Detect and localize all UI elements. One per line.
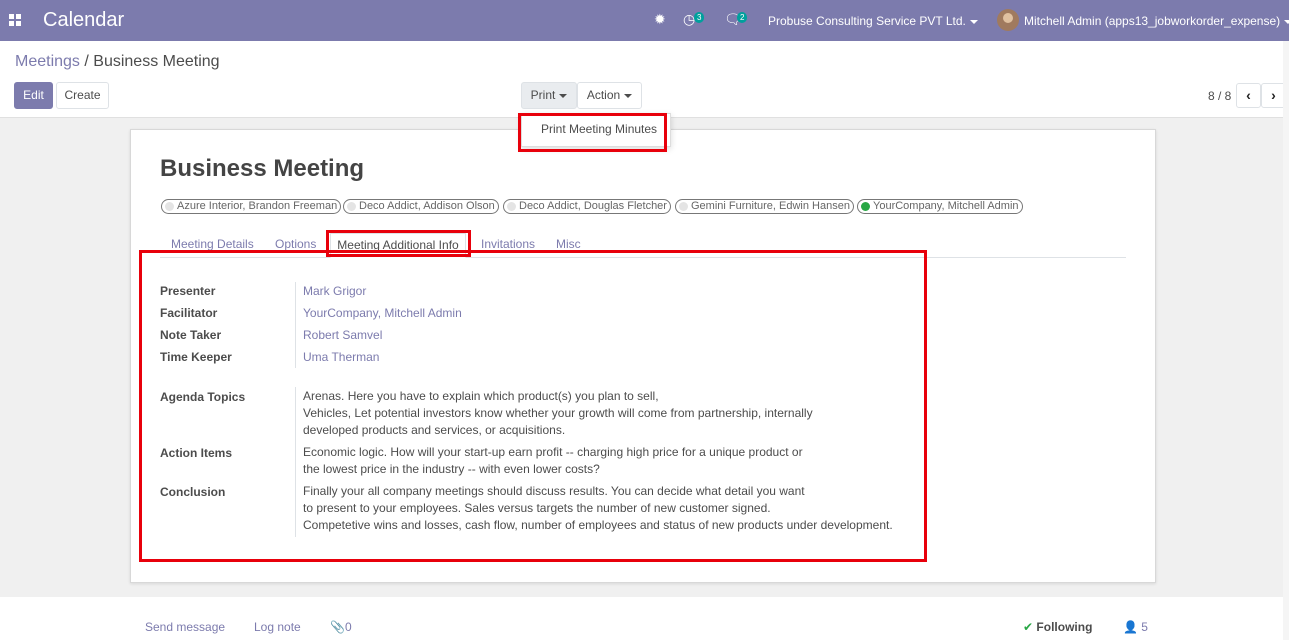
edit-button[interactable]: Edit bbox=[14, 82, 53, 109]
print-dropdown-button[interactable]: Print bbox=[521, 82, 577, 109]
tab-invitations[interactable]: Invitations bbox=[481, 237, 535, 251]
breadcrumb: Meetings / Business Meeting bbox=[15, 53, 220, 71]
attendee-tag[interactable]: Gemini Furniture, Edwin Hansen bbox=[675, 199, 854, 214]
tab-meeting-details[interactable]: Meeting Details bbox=[171, 237, 254, 251]
breadcrumb-current: Business Meeting bbox=[93, 53, 220, 70]
followers-button[interactable]: 👤 5 bbox=[1123, 620, 1148, 634]
attendee-tag[interactable]: Azure Interior, Brandon Freeman bbox=[161, 199, 342, 214]
breadcrumb-separator: / bbox=[84, 53, 89, 70]
log-note-button[interactable]: Log note bbox=[254, 620, 301, 634]
print-item-highlight bbox=[518, 113, 667, 152]
create-button[interactable]: Create bbox=[56, 82, 109, 109]
user-menu[interactable]: Mitchell Admin (apps13_jobworkorder_expe… bbox=[1024, 14, 1289, 28]
app-title[interactable]: Calendar bbox=[43, 9, 124, 32]
status-dot-icon bbox=[507, 202, 516, 211]
company-switcher[interactable]: Probuse Consulting Service PVT Ltd. bbox=[768, 14, 978, 28]
top-navbar: Calendar ✹ ◷ 3 🗨 2 Probuse Consulting Se… bbox=[0, 0, 1289, 41]
company-name: Probuse Consulting Service PVT Ltd. bbox=[768, 14, 966, 28]
paperclip-icon: 📎 bbox=[330, 620, 345, 634]
apps-menu-icon[interactable] bbox=[9, 14, 21, 26]
bug-icon[interactable]: ✹ bbox=[654, 11, 666, 28]
pager-previous-button[interactable]: ‹ bbox=[1236, 83, 1261, 108]
status-dot-icon bbox=[347, 202, 356, 211]
action-label: Action bbox=[586, 88, 621, 102]
attachments-button[interactable]: 📎0 bbox=[330, 620, 352, 634]
status-dot-icon bbox=[861, 202, 870, 211]
attendee-tag[interactable]: Deco Addict, Addison Olson bbox=[343, 199, 499, 214]
followers-count: 5 bbox=[1141, 620, 1148, 634]
tab-misc[interactable]: Misc bbox=[556, 237, 581, 251]
chevron-down-icon bbox=[969, 19, 978, 24]
status-dot-icon bbox=[679, 202, 688, 211]
check-icon: ✔ bbox=[1023, 620, 1034, 634]
user-avatar[interactable] bbox=[997, 9, 1019, 31]
send-message-button[interactable]: Send message bbox=[145, 620, 225, 634]
breadcrumb-meetings-link[interactable]: Meetings bbox=[15, 53, 80, 70]
activity-count-badge: 3 bbox=[694, 12, 705, 23]
chevron-down-icon bbox=[559, 93, 568, 98]
following-button[interactable]: ✔ Following bbox=[1023, 620, 1092, 634]
pager-value[interactable]: 8 / 8 bbox=[1208, 89, 1231, 103]
attendee-tag[interactable]: Deco Addict, Douglas Fletcher bbox=[503, 199, 671, 214]
attachment-count: 0 bbox=[344, 620, 352, 634]
chevron-down-icon bbox=[1284, 19, 1289, 24]
status-dot-icon bbox=[165, 202, 174, 211]
additional-info-highlight bbox=[139, 250, 927, 562]
user-icon: 👤 bbox=[1123, 620, 1138, 634]
message-count-badge: 2 bbox=[737, 12, 748, 23]
chevron-down-icon bbox=[624, 93, 633, 98]
record-title: Business Meeting bbox=[160, 155, 365, 182]
tab-options[interactable]: Options bbox=[275, 237, 316, 251]
user-name: Mitchell Admin (apps13_jobworkorder_expe… bbox=[1024, 14, 1281, 28]
scrollbar[interactable] bbox=[1283, 41, 1289, 640]
attendee-tag[interactable]: YourCompany, Mitchell Admin bbox=[857, 199, 1023, 214]
following-label: Following bbox=[1036, 620, 1093, 634]
print-label: Print bbox=[530, 88, 556, 102]
action-dropdown-button[interactable]: Action bbox=[577, 82, 642, 109]
